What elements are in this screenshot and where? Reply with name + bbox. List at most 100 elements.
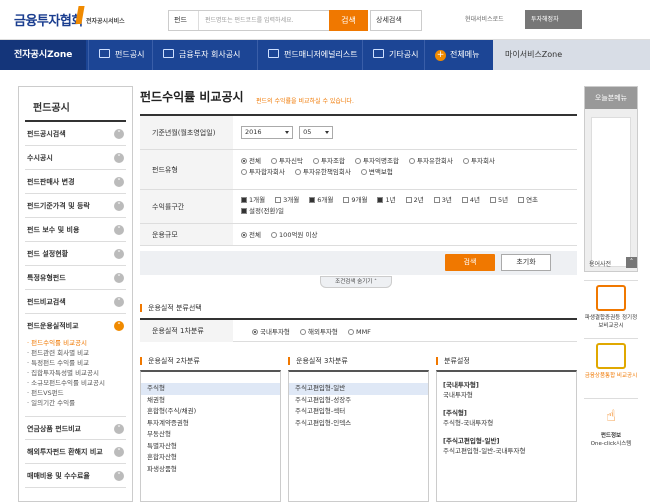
radio-icon: [409, 158, 416, 164]
list-item[interactable]: 부동산형: [141, 429, 280, 441]
range-option[interactable]: 6개월: [309, 195, 333, 206]
nav-all-menu[interactable]: + 전체메뉴: [424, 40, 493, 70]
sidebar-item[interactable]: 펀드공시검색 ˅: [25, 122, 126, 146]
year-select[interactable]: 2016: [241, 126, 293, 139]
cat1-option[interactable]: MMF: [347, 327, 371, 338]
cat1-option[interactable]: 해외투자형: [299, 327, 338, 338]
range-option[interactable]: 4년: [461, 195, 480, 206]
checkbox-icon: [405, 197, 412, 203]
collapse-toggle[interactable]: 조건검색 숨기기 ˄: [320, 276, 392, 288]
sidebar-item[interactable]: 펀드기준가격 및 등락 ˅: [25, 194, 126, 218]
sidebar-item[interactable]: 펀드판매사 변경 ˅: [25, 170, 126, 194]
sidebar-item[interactable]: 특정유형펀드 ˅: [25, 266, 126, 290]
type-option[interactable]: 투자조합: [313, 156, 345, 167]
type-option[interactable]: 변액보험: [360, 167, 393, 178]
radio-icon: [271, 158, 278, 164]
sidebar-item[interactable]: 펀드비교검색 ˅: [25, 290, 126, 314]
nav-zone-title[interactable]: 전자공시Zone: [0, 40, 86, 70]
nav-my-service-zone[interactable]: 마이서비스Zone: [493, 40, 650, 70]
box2-section-title: 운용실적 2차분류: [140, 357, 200, 365]
checkbox-icon: [518, 197, 525, 203]
type-option[interactable]: 투자익명조합: [355, 156, 399, 167]
sidebar-item-active[interactable]: 펀드운용실적비교 ˄: [25, 314, 126, 338]
range-option[interactable]: 2년: [405, 195, 424, 206]
nav-other-disclosure[interactable]: 기타공시: [362, 40, 424, 70]
recent-menu-list: [591, 117, 631, 267]
submenu-item[interactable]: · 일의기간 수익률: [27, 398, 124, 408]
sidebar-item[interactable]: 매매비용 및 수수료율 ˅: [25, 464, 126, 488]
promo-derivatives[interactable]: 파생결합증권등 정기정보비교공시: [584, 280, 638, 336]
radio-icon: [347, 329, 354, 335]
list-item[interactable]: 투자계약증권형: [141, 418, 280, 430]
sidebar-submenu: · 펀드수익률 비교공시 · 펀드관련 회사별 비교 · 특정펀드 수익률 비교…: [27, 338, 124, 408]
chart-icon: [99, 49, 110, 58]
puzzle-icon: [373, 49, 384, 58]
scroll-top-icon[interactable]: ˄: [626, 257, 637, 268]
type-option[interactable]: 투자신탁: [271, 156, 303, 167]
scale-option[interactable]: 전체: [241, 230, 261, 241]
nav-fund-disclosure[interactable]: 펀드공시: [88, 40, 152, 70]
list-item[interactable]: 주식고편입형-일반: [289, 383, 428, 395]
promo-financial-compare[interactable]: 금융상품통합 비교공시: [584, 338, 638, 396]
type-option[interactable]: 투자합자회사: [241, 167, 285, 178]
month-select[interactable]: 05: [299, 126, 334, 139]
type-option[interactable]: 투자유한회사: [409, 156, 453, 167]
range-option[interactable]: 설정(전환)일: [241, 206, 284, 217]
promo-fund-info[interactable]: ☝ 펀드정보 One-click시스템: [584, 398, 638, 458]
radio-icon: [252, 329, 258, 335]
submenu-item[interactable]: · 펀드관련 회사별 비교: [27, 348, 124, 358]
nav-fund-manager[interactable]: 펀드매니저에널리스트: [257, 40, 362, 70]
box3-section-title: 운용실적 3차분류: [288, 357, 348, 365]
sidebar-item[interactable]: 수시공시 ˅: [25, 146, 126, 170]
investor-select[interactable]: 투자해정자: [525, 10, 582, 29]
advanced-search-button[interactable]: 상세검색: [370, 10, 422, 31]
list-item[interactable]: 혼합형(주식/채권): [141, 406, 280, 418]
type-option[interactable]: 투자유한책임회사: [294, 167, 351, 178]
range-option[interactable]: 9개월: [343, 195, 367, 206]
range-option[interactable]: 3개월: [275, 195, 299, 206]
type-option[interactable]: 전체: [241, 156, 261, 167]
scale-icon: [596, 285, 626, 311]
list-item[interactable]: 주식고편입형-섹터: [289, 406, 428, 418]
checkbox-icon: [241, 208, 247, 214]
checkbox-icon: [275, 197, 282, 203]
sidebar-item[interactable]: 연금상품 펀드비교 ˅: [25, 416, 126, 440]
recent-menu-title: 오늘본메뉴: [585, 87, 637, 109]
submenu-item[interactable]: · 특정펀드 수익률 비교: [27, 358, 124, 368]
list-item[interactable]: 주식고편입형-인덱스: [289, 418, 428, 430]
submenu-item[interactable]: · 집합투자특성별 비교공시: [27, 368, 124, 378]
cat1-option[interactable]: 국내투자형: [252, 327, 290, 338]
range-option[interactable]: 3년: [433, 195, 452, 206]
submenu-item[interactable]: · 펀드수익률 비교공시: [27, 338, 124, 348]
list-item[interactable]: 혼합자산형: [141, 452, 280, 464]
submenu-item[interactable]: · 소규모펀드수익률 비교공시: [27, 378, 124, 388]
range-option[interactable]: 5년: [489, 195, 508, 206]
sidebar-item[interactable]: 펀드 설정현황 ˅: [25, 242, 126, 266]
search-type-select[interactable]: 펀드: [169, 11, 199, 30]
submenu-item[interactable]: · 펀드VS펀드: [27, 388, 124, 398]
form-search-button[interactable]: 검색: [445, 254, 495, 271]
search-button[interactable]: 검색: [329, 10, 368, 31]
settings-group-head: [주식고편입형-일반]: [443, 437, 500, 445]
form-reset-button[interactable]: 초기화: [501, 254, 551, 271]
search-input[interactable]: 펀드명또는 펀드코드를 입력하세요.: [205, 11, 294, 30]
range-option[interactable]: 1개월: [241, 195, 265, 206]
type-option[interactable]: 투자회사: [462, 156, 495, 167]
radio-icon: [271, 232, 278, 238]
chevron-down-icon: ˅: [114, 201, 124, 211]
glossary-link[interactable]: 용어사전: [589, 259, 611, 268]
list-item[interactable]: 파생상품형: [141, 464, 280, 476]
list-item[interactable]: 주식고편입형-성장주: [289, 395, 428, 407]
other-service-link[interactable]: 현대서비스로드: [465, 14, 504, 23]
sidebar-item[interactable]: 펀드 보수 및 비용 ˅: [25, 218, 126, 242]
range-option[interactable]: 연초: [518, 195, 538, 206]
checkbox-icon: [489, 197, 496, 203]
nav-company-disclosure[interactable]: 금융투자 회사공시: [152, 40, 257, 70]
range-option[interactable]: 1년: [377, 195, 396, 206]
list-item[interactable]: 주식형: [141, 383, 280, 395]
scale-option[interactable]: 100억원 이상: [271, 230, 317, 241]
logo-title[interactable]: 금융투자협회: [14, 10, 83, 29]
list-item[interactable]: 채권형: [141, 395, 280, 407]
list-item[interactable]: 특별자산형: [141, 441, 280, 453]
sidebar-item[interactable]: 해외투자펀드 환해지 비교 ˅: [25, 440, 126, 464]
